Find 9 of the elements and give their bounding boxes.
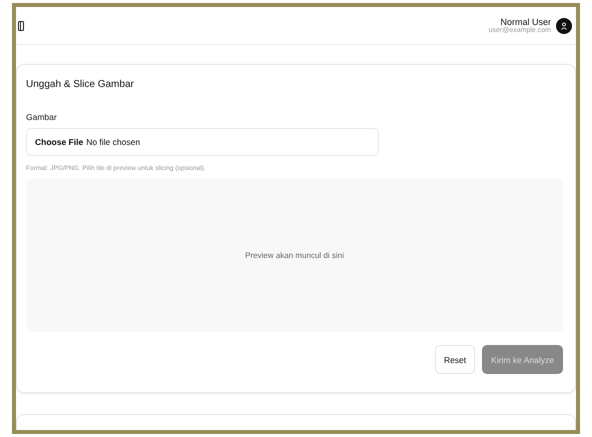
user-avatar-icon[interactable] [556, 18, 572, 34]
sidebar-toggle-icon[interactable] [18, 20, 24, 30]
card-title: Unggah & Slice Gambar [26, 79, 135, 90]
file-input-field[interactable]: Choose File No file chosen [26, 128, 379, 156]
user-name: Normal User [500, 17, 551, 27]
field-label: Gambar [26, 112, 58, 122]
preview-area[interactable]: Preview akan muncul di sini [26, 179, 563, 332]
preview-placeholder: Preview akan muncul di sini [245, 251, 344, 260]
reset-button[interactable]: Reset [434, 345, 476, 374]
